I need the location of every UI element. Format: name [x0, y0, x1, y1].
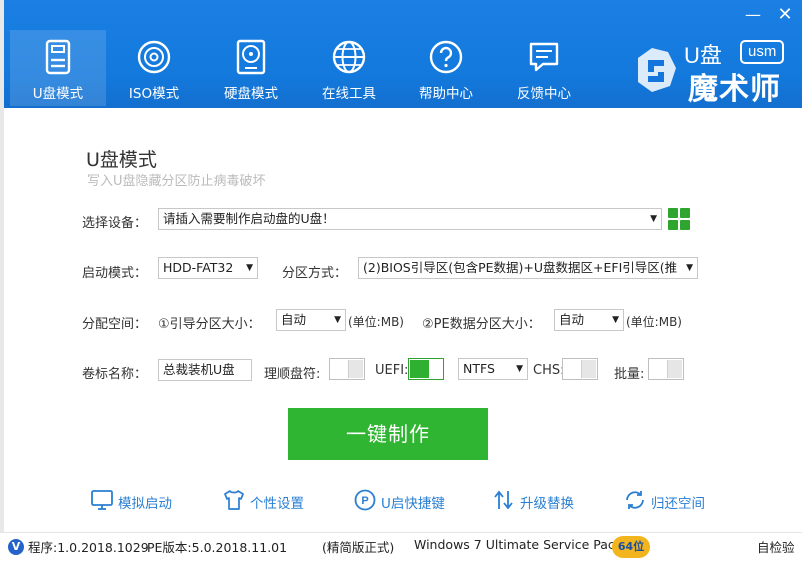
upgrade-arrows-icon — [494, 490, 513, 510]
partition-method-label: 分区方式： — [282, 266, 348, 281]
top-toolbar: — ✕ U盘模式 ISO模式 硬盘模式 在线工具 帮助中心 反馈中心 U盘 us… — [4, 0, 802, 108]
page-subtitle: 写入U盘隐藏分区防止病毒破坏 — [87, 174, 266, 189]
boot-mode-label: 启动模式： — [82, 266, 148, 281]
tool-label: 升级替换 — [520, 496, 574, 512]
disc-icon — [137, 40, 171, 74]
volume-name-label: 卷标名称： — [82, 367, 148, 382]
tab-label: 反馈中心 — [517, 86, 571, 102]
sort-drive-letters-label: 理顺盘符: — [264, 367, 321, 382]
boot-partition-size-select[interactable]: 自动 ▼ — [276, 309, 346, 331]
filesystem-value: NTFS — [463, 361, 495, 376]
tshirt-icon — [224, 490, 244, 510]
app-logo-icon: V — [8, 539, 24, 555]
tab-usb-mode[interactable]: U盘模式 — [10, 30, 106, 106]
chs-toggle[interactable] — [562, 358, 598, 380]
chs-label: CHS: — [533, 363, 565, 378]
volume-name-input[interactable]: 总裁装机U盘 — [158, 359, 252, 381]
tool-label: 个性设置 — [250, 496, 304, 512]
boot-partition-size-label: ①引导分区大小： — [158, 317, 261, 332]
chat-bubble-icon — [529, 42, 559, 72]
page-title: U盘模式 — [86, 149, 157, 171]
usb-drive-icon — [45, 39, 71, 75]
chevron-down-icon: ▼ — [686, 263, 693, 273]
chevron-down-icon: ▼ — [334, 315, 341, 325]
restore-icon — [626, 491, 644, 509]
tool-label: 归还空间 — [651, 496, 705, 512]
tab-label: 帮助中心 — [419, 86, 473, 102]
pe-version: PE版本:5.0.2018.11.01 — [147, 540, 288, 555]
status-bar: V 程序:1.0.2018.1029 PE版本:5.0.2018.11.01 (… — [0, 532, 802, 561]
pe-partition-size-label: ②PE数据分区大小： — [422, 317, 541, 332]
volume-name-value: 总裁装机U盘 — [163, 362, 235, 377]
pe-partition-size-select[interactable]: 自动 ▼ — [554, 309, 624, 331]
close-button[interactable]: ✕ — [774, 6, 796, 24]
toggle-knob — [428, 360, 443, 378]
chevron-down-icon: ▼ — [516, 364, 523, 374]
tab-label: 在线工具 — [322, 86, 376, 102]
device-select-value: 请插入需要制作启动盘的U盘！ — [163, 211, 335, 226]
chevron-down-icon: ▼ — [650, 214, 657, 224]
toggle-fill — [410, 360, 428, 378]
device-select[interactable]: 请插入需要制作启动盘的U盘！ ▼ — [158, 208, 662, 230]
device-label: 选择设备： — [82, 216, 148, 231]
toggle-knob — [581, 360, 596, 378]
boot-mode-select[interactable]: HDD-FAT32 ▼ — [158, 257, 258, 279]
tool-label: U启快捷键 — [381, 496, 445, 512]
chevron-down-icon: ▼ — [612, 315, 619, 325]
boot-mode-value: HDD-FAT32 — [163, 260, 234, 275]
brand-name: 魔术师 — [688, 72, 781, 107]
grid-refresh-icon[interactable] — [668, 208, 690, 230]
unit-mb-label: (单位:MB) — [348, 315, 404, 329]
brand-emblem-icon — [638, 48, 676, 92]
batch-toggle[interactable] — [648, 358, 684, 380]
os-info: Windows 7 Ultimate Service Pack 1 — [414, 537, 634, 552]
tab-iso-mode[interactable]: ISO模式 — [106, 30, 202, 106]
os-bits-badge: 64位 — [612, 536, 650, 558]
tab-help-center[interactable]: 帮助中心 — [398, 30, 494, 106]
tab-hard-disk-mode[interactable]: 硬盘模式 — [203, 30, 299, 106]
toggle-knob — [667, 360, 682, 378]
edition-label: (精简版正式) — [322, 540, 395, 555]
globe-icon — [332, 40, 366, 74]
self-check-link[interactable]: 自检验 — [757, 537, 795, 556]
boot-partition-size-value: 自动 — [281, 312, 307, 327]
brand-logo: U盘 usm 魔术师 — [630, 38, 798, 107]
uefi-label: UEFI: — [375, 363, 409, 378]
tool-label: 模拟启动 — [118, 496, 172, 512]
shortcut-key-icon: P — [354, 489, 376, 511]
pe-partition-size-value: 自动 — [559, 312, 585, 327]
tab-label: ISO模式 — [128, 86, 180, 102]
batch-label: 批量: — [614, 367, 645, 382]
svg-text:P: P — [361, 495, 368, 507]
program-version: 程序:1.0.2018.1029 — [28, 540, 149, 555]
question-icon — [429, 40, 463, 74]
one-click-make-button[interactable]: 一键制作 — [288, 408, 488, 460]
brand-usm-tag: usm — [740, 40, 785, 64]
partition-method-value: (2)BIOS引导区(包含PE数据)+U盘数据区+EFI引导区(推 — [363, 260, 678, 275]
tab-label: U盘模式 — [32, 86, 84, 102]
chevron-down-icon: ▼ — [246, 263, 253, 273]
filesystem-select[interactable]: NTFS ▼ — [458, 358, 528, 380]
allocate-space-label: 分配空间： — [82, 317, 148, 332]
unit-mb-label: (单位:MB) — [626, 315, 682, 329]
toggle-knob — [348, 360, 363, 378]
partition-method-select[interactable]: (2)BIOS引导区(包含PE数据)+U盘数据区+EFI引导区(推 ▼ — [358, 257, 698, 279]
minimize-button[interactable]: — — [742, 6, 764, 24]
tab-feedback-center[interactable]: 反馈中心 — [496, 30, 592, 106]
tab-label: 硬盘模式 — [224, 86, 278, 102]
tab-online-tools[interactable]: 在线工具 — [301, 30, 397, 106]
uefi-toggle[interactable] — [408, 358, 444, 380]
sort-drive-letters-toggle[interactable] — [329, 358, 365, 380]
hard-disk-icon — [236, 39, 266, 75]
monitor-icon — [91, 490, 113, 510]
